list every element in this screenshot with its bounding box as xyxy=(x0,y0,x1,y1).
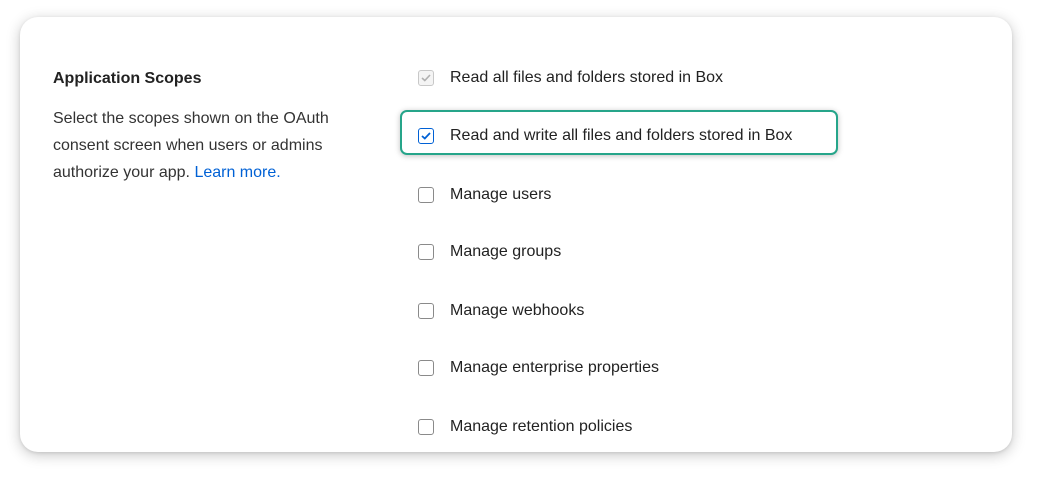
section-description: Select the scopes shown on the OAuth con… xyxy=(53,105,373,186)
scope-manage-groups[interactable]: Manage groups xyxy=(418,234,561,270)
scope-label: Manage users xyxy=(450,186,552,203)
checkbox-manage-webhooks[interactable] xyxy=(418,303,434,319)
scope-read-write-all-files[interactable]: Read and write all files and folders sto… xyxy=(418,118,792,154)
checkbox-manage-groups[interactable] xyxy=(418,244,434,260)
settings-card: Application Scopes Select the scopes sho… xyxy=(20,17,1012,452)
scope-label: Read all files and folders stored in Box xyxy=(450,69,724,86)
scope-label: Manage webhooks xyxy=(450,302,585,319)
section-description-text: Select the scopes shown on the OAuth con… xyxy=(53,110,329,181)
scope-manage-retention-policies[interactable]: Manage retention policies xyxy=(418,409,632,445)
scope-read-all-files[interactable]: Read all files and folders stored in Box xyxy=(418,60,723,96)
scope-manage-enterprise-properties[interactable]: Manage enterprise properties xyxy=(418,350,659,386)
checkbox-manage-users[interactable] xyxy=(418,187,434,203)
scope-label: Manage enterprise properties xyxy=(450,359,660,376)
scope-label: Manage retention policies xyxy=(450,418,633,435)
checkbox-manage-retention-policies[interactable] xyxy=(418,419,434,435)
checkmark-icon xyxy=(421,132,431,140)
scope-manage-users[interactable]: Manage users xyxy=(418,177,551,213)
checkbox-read-all-files[interactable] xyxy=(418,70,434,86)
scope-manage-webhooks[interactable]: Manage webhooks xyxy=(418,293,584,329)
checkbox-manage-enterprise-properties[interactable] xyxy=(418,360,434,376)
learn-more-link[interactable]: Learn more. xyxy=(194,164,280,181)
scope-label: Manage groups xyxy=(450,243,562,260)
scope-label: Read and write all files and folders sto… xyxy=(450,127,793,144)
checkmark-icon xyxy=(421,74,431,82)
scopes-description-panel: Application Scopes Select the scopes sho… xyxy=(53,69,373,186)
checkbox-read-write-all-files[interactable] xyxy=(418,128,434,144)
section-title: Application Scopes xyxy=(53,70,202,87)
